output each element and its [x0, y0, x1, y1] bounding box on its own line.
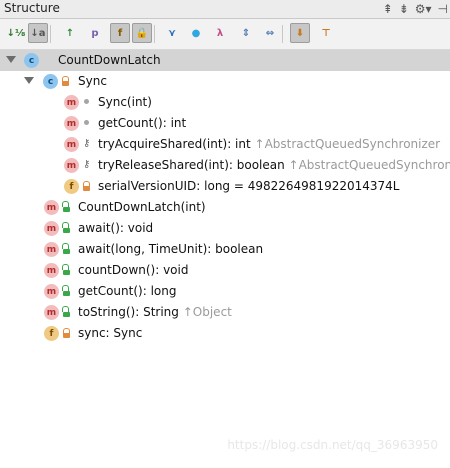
- method-row[interactable]: m ⚷ tryAcquireShared(int): int ↑AbstractQu…: [0, 134, 450, 155]
- member-signature: sync: Sync: [78, 326, 143, 340]
- gear-icon[interactable]: ⚙▾: [415, 0, 432, 18]
- field-icon: f: [44, 326, 59, 341]
- tree-root-row[interactable]: c CountDownLatch: [0, 50, 450, 71]
- show-lambdas-button[interactable]: λ: [210, 23, 230, 43]
- member-signature: getCount(): int: [98, 116, 187, 130]
- inherited-from: ↑AbstractQueuedSynchronizer: [254, 137, 441, 151]
- method-row[interactable]: m countDown(): void: [0, 260, 450, 281]
- root-class-label: CountDownLatch: [58, 53, 161, 67]
- sync-class-label: Sync: [78, 74, 107, 88]
- member-label: serialVersionUID: long = 498226498192201…: [98, 179, 399, 193]
- package-dot-icon: [82, 117, 91, 129]
- lock-icon: [61, 75, 70, 87]
- inherited-from: ↑AbstractQueuedSynchronize: [288, 158, 450, 172]
- field-row[interactable]: f serialVersionUID: long = 49822649819220…: [0, 176, 450, 197]
- method-icon: m: [64, 95, 79, 110]
- member-label: Sync(int): [98, 95, 152, 109]
- member-signature: await(long, TimeUnit): boolean: [78, 242, 264, 256]
- method-icon: m: [44, 305, 59, 320]
- structure-toolbar: ↓⅛ ↓a ↑ p f 🔒 ⋎ ● λ ⇕ ⇔ ⬇ ⊤: [0, 19, 450, 50]
- method-icon: m: [44, 200, 59, 215]
- member-label: await(long, TimeUnit): boolean: [78, 242, 263, 256]
- sort-alphabetically-button[interactable]: ↓a: [28, 23, 48, 43]
- member-signature: countDown(): void: [78, 263, 189, 277]
- toolbar-separator: [50, 25, 51, 43]
- inherited-from: ↑Object: [182, 305, 232, 319]
- align-top-icon[interactable]: ⇞: [383, 0, 393, 18]
- member-label: tryAcquireShared(int): int ↑AbstractQueu…: [98, 137, 440, 151]
- method-icon: m: [64, 137, 79, 152]
- member-label: toString(): String ↑Object: [78, 305, 232, 319]
- method-row[interactable]: m CountDownLatch(int): [0, 197, 450, 218]
- public-unlock-icon: [62, 306, 71, 318]
- structure-title-bar: Structure ⇞ ⇟ ⚙▾ ⊣: [0, 0, 450, 19]
- sort-by-visibility-button[interactable]: ↓⅛: [6, 23, 26, 43]
- toolbar-separator: [282, 25, 283, 43]
- collapse-all-button[interactable]: ⇔: [260, 23, 280, 43]
- member-signature: await(): void: [78, 221, 154, 235]
- show-properties-button[interactable]: p: [85, 23, 105, 43]
- package-dot-icon: [82, 96, 91, 108]
- member-signature: serialVersionUID: long = 498226498192201…: [98, 179, 400, 193]
- collapse-toggle-icon[interactable]: [6, 56, 16, 63]
- watermark: https://blog.csdn.net/qq_36963950: [227, 438, 438, 452]
- show-inherited-button[interactable]: ↑: [60, 23, 80, 43]
- member-signature: tryAcquireShared(int): int: [98, 137, 251, 151]
- method-row[interactable]: m getCount(): long: [0, 281, 450, 302]
- expand-all-button[interactable]: ⇕: [236, 23, 256, 43]
- align-center-icon[interactable]: ⇟: [399, 0, 409, 18]
- method-row[interactable]: m getCount(): int: [0, 113, 450, 134]
- member-label: await(): void: [78, 221, 153, 235]
- show-fields-button[interactable]: f: [110, 23, 130, 43]
- member-signature: tryReleaseShared(int): boolean: [98, 158, 285, 172]
- private-lock-icon: [82, 180, 91, 192]
- hide-icon[interactable]: ⊣: [438, 0, 448, 18]
- member-label: CountDownLatch(int): [78, 200, 206, 214]
- field-icon: f: [64, 179, 79, 194]
- private-lock-icon: [62, 327, 71, 339]
- method-icon: m: [64, 116, 79, 131]
- show-non-public-button[interactable]: 🔒: [132, 23, 152, 43]
- method-row[interactable]: m await(long, TimeUnit): boolean: [0, 239, 450, 260]
- protected-key-icon: ⚷: [83, 138, 91, 149]
- method-icon: m: [64, 158, 79, 173]
- protected-key-icon: ⚷: [83, 159, 91, 170]
- toolbar-separator: [154, 25, 155, 43]
- member-signature: CountDownLatch(int): [78, 200, 206, 214]
- autoscroll-from-source-button[interactable]: ⊤: [316, 23, 336, 43]
- member-label: tryReleaseShared(int): boolean ↑Abstract…: [98, 158, 450, 172]
- panel-title: Structure: [4, 1, 60, 15]
- member-label: sync: Sync: [78, 326, 142, 340]
- member-label: getCount(): int: [98, 116, 186, 130]
- field-row[interactable]: f sync: Sync: [0, 323, 450, 344]
- method-row[interactable]: m ⚷ tryReleaseShared(int): boolean ↑Abstra…: [0, 155, 450, 176]
- class-icon: c: [24, 53, 39, 68]
- member-signature: toString(): String: [78, 305, 179, 319]
- member-label: countDown(): void: [78, 263, 188, 277]
- member-label: getCount(): long: [78, 284, 176, 298]
- method-icon: m: [44, 242, 59, 257]
- public-unlock-icon: [62, 222, 71, 234]
- class-icon: c: [43, 74, 58, 89]
- show-anonymous-button[interactable]: ⋎: [162, 23, 182, 43]
- method-icon: m: [44, 263, 59, 278]
- method-row[interactable]: m toString(): String ↑Object: [0, 302, 450, 323]
- public-unlock-icon: [62, 201, 71, 213]
- member-signature: Sync(int): [98, 95, 152, 109]
- public-unlock-icon: [62, 285, 71, 297]
- method-icon: m: [44, 284, 59, 299]
- member-signature: getCount(): long: [78, 284, 177, 298]
- public-unlock-icon: [62, 243, 71, 255]
- tree-sync-class-row[interactable]: c Sync: [0, 71, 450, 92]
- method-row[interactable]: m await(): void: [0, 218, 450, 239]
- method-row[interactable]: m Sync(int): [0, 92, 450, 113]
- autoscroll-to-source-button[interactable]: ⬇: [290, 23, 310, 43]
- collapse-toggle-icon[interactable]: [24, 77, 34, 84]
- show-lambdas-circle-button[interactable]: ●: [186, 23, 206, 43]
- method-icon: m: [44, 221, 59, 236]
- structure-tree: c CountDownLatch c Sync m Sync(int) m getCo…: [0, 50, 450, 468]
- public-unlock-icon: [62, 264, 71, 276]
- title-bar-actions: ⇞ ⇟ ⚙▾ ⊣: [383, 0, 450, 18]
